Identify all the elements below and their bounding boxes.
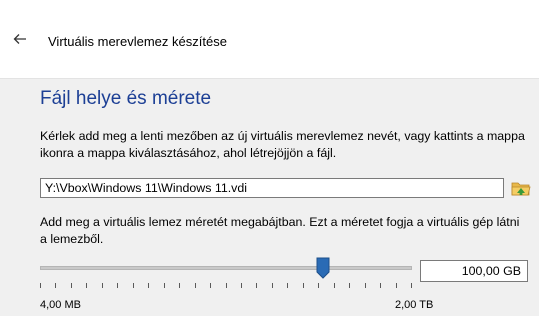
slider-tick <box>272 283 273 288</box>
slider-tick <box>396 283 397 288</box>
size-instruction: Add meg a virtuális lemez méretét megabá… <box>40 215 520 246</box>
slider-tick <box>241 283 242 288</box>
location-instruction: Kérlek add meg a lenti mezőben az új vir… <box>40 129 525 160</box>
title-bar: Virtuális merevlemez készítése <box>0 0 539 78</box>
slider-tick <box>86 283 87 288</box>
slider-tick <box>117 283 118 288</box>
slider-tick <box>349 283 350 288</box>
slider-tick <box>179 283 180 288</box>
slider-tick <box>287 283 288 288</box>
slider-tick <box>411 283 412 288</box>
slider-tick <box>226 283 227 288</box>
page-heading: Fájl helye és mérete <box>40 88 212 109</box>
slider-tick <box>256 283 257 288</box>
slider-tick <box>102 283 103 288</box>
slider-tick <box>55 283 56 288</box>
back-arrow-icon[interactable] <box>12 31 28 47</box>
slider-tick <box>334 283 335 288</box>
size-slider-handle[interactable] <box>316 257 330 279</box>
slider-tick <box>303 283 304 288</box>
slider-tick <box>71 283 72 288</box>
slider-tick <box>133 283 134 288</box>
slider-tick <box>380 283 381 288</box>
window-title: Virtuális merevlemez készítése <box>48 34 227 49</box>
slider-max-label: 2,00 TB <box>395 299 434 311</box>
slider-tick <box>40 283 41 288</box>
size-slider-ticks <box>40 283 412 289</box>
size-slider-track[interactable] <box>40 266 412 270</box>
file-path-input[interactable] <box>40 178 504 198</box>
slider-tick <box>365 283 366 288</box>
slider-tick <box>148 283 149 288</box>
slider-tick <box>195 283 196 288</box>
size-value-input[interactable] <box>420 260 528 282</box>
slider-tick <box>164 283 165 288</box>
choose-folder-icon[interactable] <box>510 178 532 198</box>
slider-tick <box>318 283 319 288</box>
slider-min-label: 4,00 MB <box>40 299 81 311</box>
slider-tick <box>210 283 211 288</box>
